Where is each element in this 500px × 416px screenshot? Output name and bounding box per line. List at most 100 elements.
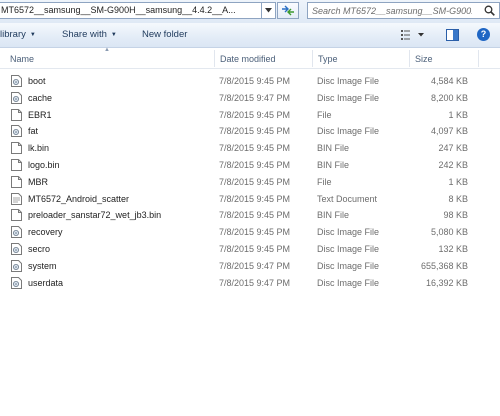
sort-ascending-icon: ▲ [104, 47, 110, 53]
file-row[interactable]: userdata 7/8/2015 9:47 PM Disc Image File 1… [0, 275, 500, 292]
file-row[interactable]: MT6572_Android_scatter 7/8/2015 9:45 PM Te… [0, 191, 500, 208]
file-type: Text Document [317, 193, 378, 204]
file-size: 4,584 KB [430, 76, 468, 86]
command-bar: library ▼ Share with ▼ New folder ? [0, 23, 500, 48]
file-size: 98 KB [443, 210, 468, 221]
file-size: 1 KB [448, 109, 468, 120]
file-name: MBR [28, 176, 48, 187]
column-header-date-modified[interactable]: Date modified [220, 54, 276, 64]
file-size: 16,392 KB [425, 277, 468, 288]
file-type: File [317, 109, 332, 120]
file-size: 247 KB [438, 143, 468, 154]
file-size: 242 KB [438, 159, 468, 170]
file-type: BIN File [317, 210, 350, 221]
file-icon [11, 175, 22, 188]
file-size: 132 KB [438, 243, 468, 254]
new-folder-label: New folder [142, 29, 188, 40]
file-icon [11, 158, 22, 171]
file-row[interactable]: lk.bin 7/8/2015 9:45 PM BIN File 247 KB [0, 140, 500, 157]
file-date-modified: 7/8/2015 9:47 PM [219, 92, 291, 103]
search-input[interactable] [312, 4, 472, 17]
file-date-modified: 7/8/2015 9:45 PM [219, 76, 291, 86]
disc-image-icon [11, 242, 22, 255]
file-type: Disc Image File [317, 92, 380, 103]
file-date-modified: 7/8/2015 9:45 PM [219, 193, 291, 204]
column-header-type[interactable]: Type [318, 54, 338, 64]
share-with-button[interactable]: Share with ▼ [62, 29, 117, 40]
file-row[interactable]: boot 7/8/2015 9:45 PM Disc Image File 4,584… [0, 73, 500, 90]
preview-pane-button[interactable] [446, 29, 459, 43]
file-type: BIN File [317, 143, 350, 154]
file-name: logo.bin [28, 159, 60, 170]
file-date-modified: 7/8/2015 9:45 PM [219, 109, 291, 120]
file-size: 655,368 KB [420, 260, 468, 271]
disc-image-icon [11, 259, 22, 272]
file-type: Disc Image File [317, 126, 380, 137]
file-type: File [317, 176, 332, 187]
file-row[interactable]: secro 7/8/2015 9:45 PM Disc Image File 132 … [0, 241, 500, 258]
chevron-down-icon [265, 8, 272, 13]
file-name: secro [28, 243, 51, 254]
search-box[interactable] [307, 2, 500, 19]
file-size: 5,080 KB [430, 227, 468, 238]
refresh-button[interactable] [277, 2, 299, 19]
file-date-modified: 7/8/2015 9:45 PM [219, 227, 291, 238]
file-row[interactable]: EBR1 7/8/2015 9:45 PM File 1 KB [0, 107, 500, 124]
file-row[interactable]: MBR 7/8/2015 9:45 PM File 1 KB [0, 174, 500, 191]
text-document-icon [11, 192, 22, 205]
column-header-name[interactable]: Name [10, 54, 34, 64]
column-divider[interactable] [409, 50, 410, 67]
file-name: boot [28, 76, 46, 86]
file-date-modified: 7/8/2015 9:47 PM [219, 277, 291, 288]
file-date-modified: 7/8/2015 9:45 PM [219, 143, 291, 154]
disc-image-icon [11, 276, 22, 289]
chevron-down-icon: ▼ [110, 32, 117, 38]
file-size: 1 KB [448, 176, 468, 187]
library-label: library [0, 29, 26, 40]
file-row[interactable]: recovery 7/8/2015 9:45 PM Disc Image File 5… [0, 224, 500, 241]
file-type: Disc Image File [317, 243, 380, 254]
file-size: 8,200 KB [430, 92, 468, 103]
file-row[interactable]: fat 7/8/2015 9:45 PM Disc Image File 4,097 … [0, 123, 500, 140]
file-date-modified: 7/8/2015 9:45 PM [219, 243, 291, 254]
help-button[interactable]: ? [477, 28, 490, 41]
file-icon [11, 209, 22, 222]
column-header-row: ▲ Name Date modified Type Size [0, 47, 500, 69]
file-name: MT6572_Android_scatter [28, 193, 130, 204]
file-date-modified: 7/8/2015 9:45 PM [219, 126, 291, 137]
file-size: 8 KB [448, 193, 468, 204]
file-date-modified: 7/8/2015 9:47 PM [219, 260, 291, 271]
address-bar[interactable]: MT6572__samsung__SM-G900H__samsung__4.4.… [0, 2, 262, 19]
file-row[interactable]: logo.bin 7/8/2015 9:45 PM BIN File 242 KB [0, 157, 500, 174]
include-in-library-button[interactable]: library ▼ [0, 29, 36, 40]
file-name: recovery [28, 227, 63, 238]
file-type: BIN File [317, 159, 350, 170]
details-view-icon [401, 30, 424, 40]
refresh-icon [282, 5, 294, 16]
address-dropdown-button[interactable] [262, 2, 276, 19]
file-row[interactable]: cache 7/8/2015 9:47 PM Disc Image File 8,20… [0, 90, 500, 107]
disc-image-icon [11, 226, 22, 239]
file-row[interactable]: system 7/8/2015 9:47 PM Disc Image File 655… [0, 258, 500, 275]
file-name: lk.bin [28, 143, 50, 154]
disc-image-icon [11, 91, 22, 104]
search-icon[interactable] [484, 5, 495, 16]
column-header-size[interactable]: Size [415, 54, 433, 64]
file-name: preloader_sanstar72_wet_jb3.bin [28, 210, 162, 221]
file-icon [11, 108, 22, 121]
file-name: cache [28, 92, 53, 103]
file-type: Disc Image File [317, 227, 380, 238]
file-type: Disc Image File [317, 260, 380, 271]
preview-pane-icon [446, 29, 459, 41]
column-divider[interactable] [312, 50, 313, 67]
column-divider[interactable] [214, 50, 215, 67]
new-folder-button[interactable]: New folder [142, 29, 187, 40]
file-type: Disc Image File [317, 76, 380, 86]
share-label: Share with [62, 29, 107, 40]
file-name: system [28, 260, 57, 271]
address-bar-row: MT6572__samsung__SM-G900H__samsung__4.4.… [0, 0, 500, 23]
column-divider[interactable] [478, 50, 479, 67]
address-path: MT6572__samsung__SM-G900H__samsung__4.4.… [1, 5, 236, 15]
change-view-button[interactable] [401, 29, 425, 42]
file-row[interactable]: preloader_sanstar72_wet_jb3.bin 7/8/2015 … [0, 207, 500, 224]
